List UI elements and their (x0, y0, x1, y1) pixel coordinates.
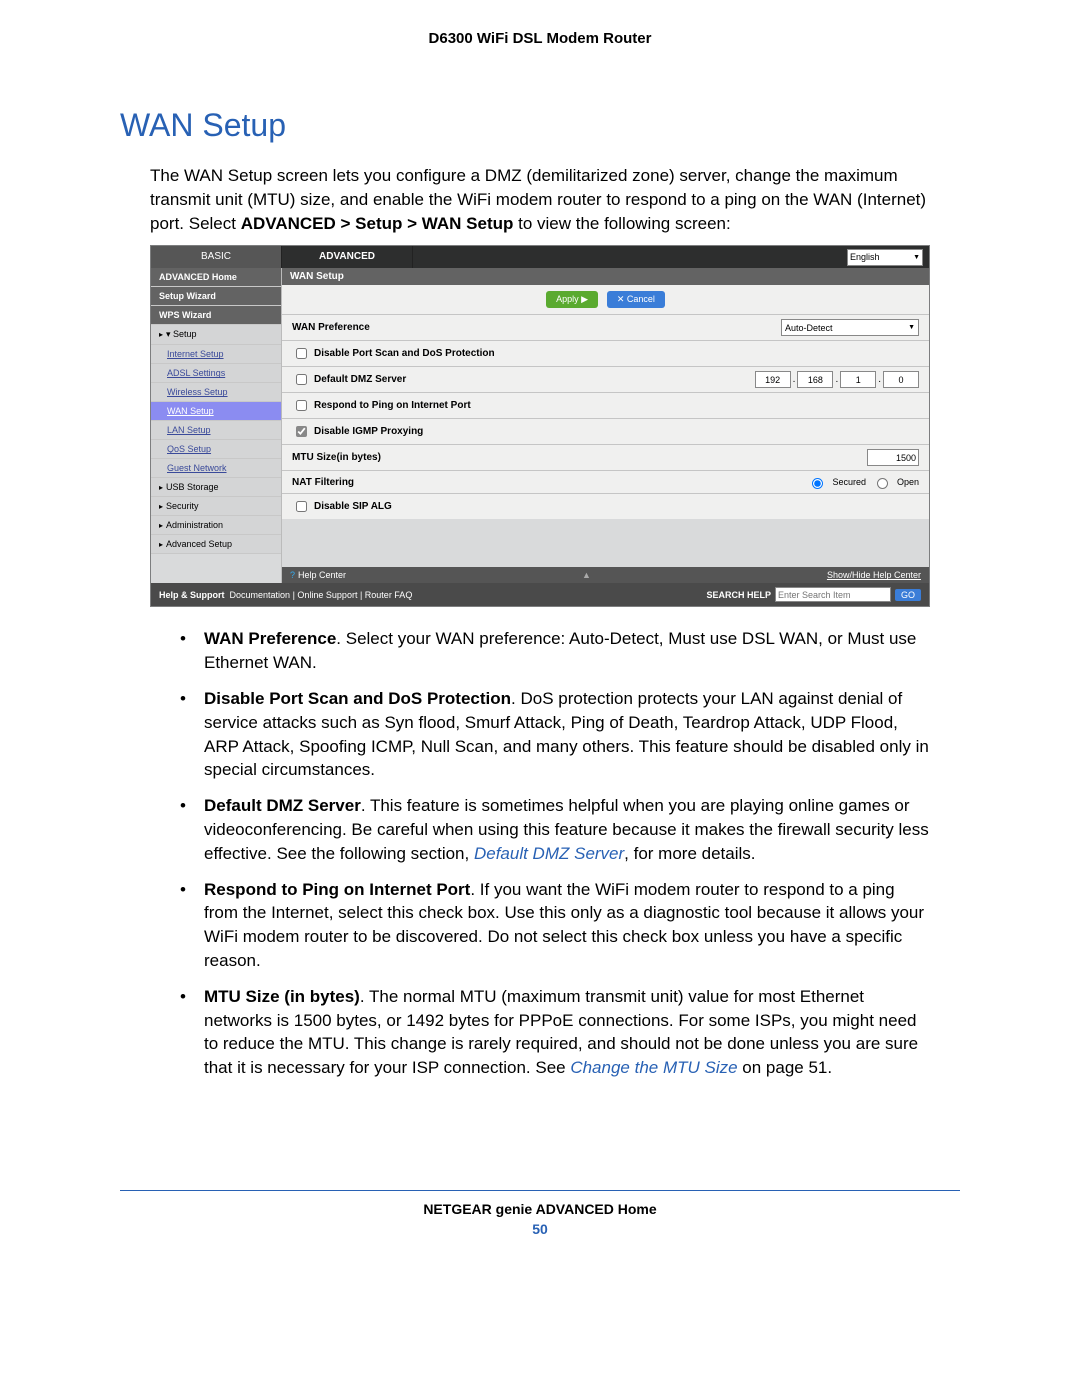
disable-igmp-checkbox[interactable] (296, 426, 307, 437)
bullet-bold: Default DMZ Server (204, 796, 361, 815)
wan-preference-select[interactable]: Auto-Detect (781, 319, 919, 336)
dmz-ip-b[interactable] (797, 371, 833, 388)
mtu-input[interactable] (867, 449, 919, 466)
grip-icon[interactable]: ▲ (582, 570, 591, 580)
sidebar-section-usb-storage[interactable]: USB Storage (151, 478, 281, 497)
bullet-text: , for more details. (624, 844, 755, 863)
search-go-button[interactable]: GO (895, 589, 921, 601)
sidebar-section-security[interactable]: Security (151, 497, 281, 516)
disable-sip-checkbox[interactable] (296, 501, 307, 512)
online-support-link[interactable]: Online Support (297, 590, 357, 600)
sidebar-section-administration[interactable]: Administration (151, 516, 281, 535)
disable-port-scan-label: Disable Port Scan and DoS Protection (314, 348, 495, 359)
sidebar-item-guest-network[interactable]: Guest Network (151, 459, 281, 478)
doc-header: D6300 WiFi DSL Modem Router (120, 30, 960, 47)
router-faq-link[interactable]: Router FAQ (365, 590, 413, 600)
help-support-label: Help & Support (159, 590, 225, 600)
change-mtu-size-link[interactable]: Change the MTU Size (570, 1058, 737, 1077)
intro-paragraph: The WAN Setup screen lets you configure … (150, 164, 960, 235)
sidebar-item-advanced-home[interactable]: ADVANCED Home (151, 268, 281, 287)
bullet-bold: Disable Port Scan and DoS Protection (204, 689, 511, 708)
list-item: MTU Size (in bytes). The normal MTU (max… (180, 985, 930, 1080)
intro-post: to view the following screen: (513, 214, 730, 233)
sidebar-item-wps-wizard[interactable]: WPS Wizard (151, 306, 281, 325)
wan-preference-value: Auto-Detect (785, 323, 833, 333)
show-hide-help-link[interactable]: Show/Hide Help Center (827, 570, 921, 580)
router-ui-screenshot: BASIC ADVANCED English ADVANCED Home Set… (150, 245, 930, 607)
disable-sip-label: Disable SIP ALG (314, 501, 392, 512)
nat-secured-label: Secured (832, 477, 866, 487)
sidebar-item-wan-setup[interactable]: WAN Setup (151, 402, 281, 421)
default-dmz-checkbox[interactable] (296, 374, 307, 385)
list-item: Default DMZ Server. This feature is some… (180, 794, 930, 865)
disable-igmp-label: Disable IGMP Proxying (314, 426, 423, 437)
tabs-filler (413, 246, 847, 268)
footer-rule (120, 1190, 960, 1191)
documentation-link[interactable]: Documentation (230, 590, 291, 600)
nat-open-radio[interactable] (877, 478, 888, 489)
bullet-bold: WAN Preference (204, 629, 336, 648)
footer-title: NETGEAR genie ADVANCED Home (120, 1201, 960, 1217)
description-list: WAN Preference. Select your WAN preferen… (180, 627, 930, 1080)
dmz-ip-d[interactable] (883, 371, 919, 388)
search-help-label: SEARCH HELP (706, 590, 771, 600)
default-dmz-server-link[interactable]: Default DMZ Server (474, 844, 624, 863)
help-icon: ? (290, 570, 295, 580)
nat-filtering-label: NAT Filtering (292, 477, 354, 488)
cancel-button[interactable]: ✕ Cancel (607, 291, 665, 308)
dmz-ip-group: . . . (755, 371, 919, 388)
page-title: WAN Setup (120, 107, 960, 144)
sidebar-item-setup-wizard[interactable]: Setup Wizard (151, 287, 281, 306)
sidebar-setup-label: Setup (173, 329, 197, 339)
respond-ping-checkbox[interactable] (296, 400, 307, 411)
list-item: Respond to Ping on Internet Port. If you… (180, 878, 930, 973)
nat-secured-radio[interactable] (812, 478, 823, 489)
bullet-bold: MTU Size (in bytes) (204, 987, 360, 1006)
dmz-ip-a[interactable] (755, 371, 791, 388)
default-dmz-label: Default DMZ Server (314, 374, 406, 385)
sidebar-item-qos-setup[interactable]: QoS Setup (151, 440, 281, 459)
footer: NETGEAR genie ADVANCED Home 50 (120, 1201, 960, 1237)
sidebar-section-setup[interactable]: ▾ Setup (151, 325, 281, 345)
tab-basic[interactable]: BASIC (151, 246, 282, 268)
help-center-label: Help Center (298, 570, 346, 580)
language-select[interactable]: English (847, 249, 923, 266)
sidebar-item-lan-setup[interactable]: LAN Setup (151, 421, 281, 440)
help-center-bar: ?Help Center ▲ Show/Hide Help Center (282, 567, 929, 583)
mtu-label: MTU Size(in bytes) (292, 452, 381, 463)
list-item: WAN Preference. Select your WAN preferen… (180, 627, 930, 675)
dmz-ip-c[interactable] (840, 371, 876, 388)
apply-button[interactable]: Apply ▶ (546, 291, 598, 308)
help-support-bar: Help & Support Documentation | Online Su… (151, 583, 929, 606)
sidebar-item-wireless-setup[interactable]: Wireless Setup (151, 383, 281, 402)
search-help-input[interactable] (775, 587, 891, 602)
sidebar: ADVANCED Home Setup Wizard WPS Wizard ▾ … (151, 268, 282, 583)
disable-port-scan-checkbox[interactable] (296, 348, 307, 359)
nat-open-label: Open (897, 477, 919, 487)
main-panel: WAN Setup Apply ▶ ✕ Cancel WAN Preferenc… (282, 268, 929, 583)
list-item: Disable Port Scan and DoS Protection. Do… (180, 687, 930, 782)
footer-page-number: 50 (120, 1221, 960, 1237)
sidebar-item-adsl-settings[interactable]: ADSL Settings (151, 364, 281, 383)
intro-breadcrumb: ADVANCED > Setup > WAN Setup (241, 214, 514, 233)
sidebar-section-advanced-setup[interactable]: Advanced Setup (151, 535, 281, 554)
language-value: English (850, 252, 880, 262)
button-row: Apply ▶ ✕ Cancel (282, 285, 929, 315)
tab-advanced[interactable]: ADVANCED (282, 246, 413, 268)
wan-preference-label: WAN Preference (292, 322, 370, 333)
respond-ping-label: Respond to Ping on Internet Port (314, 400, 471, 411)
bullet-text: on page 51. (738, 1058, 833, 1077)
panel-title: WAN Setup (282, 268, 929, 285)
sidebar-item-internet-setup[interactable]: Internet Setup (151, 345, 281, 364)
bullet-bold: Respond to Ping on Internet Port (204, 880, 470, 899)
